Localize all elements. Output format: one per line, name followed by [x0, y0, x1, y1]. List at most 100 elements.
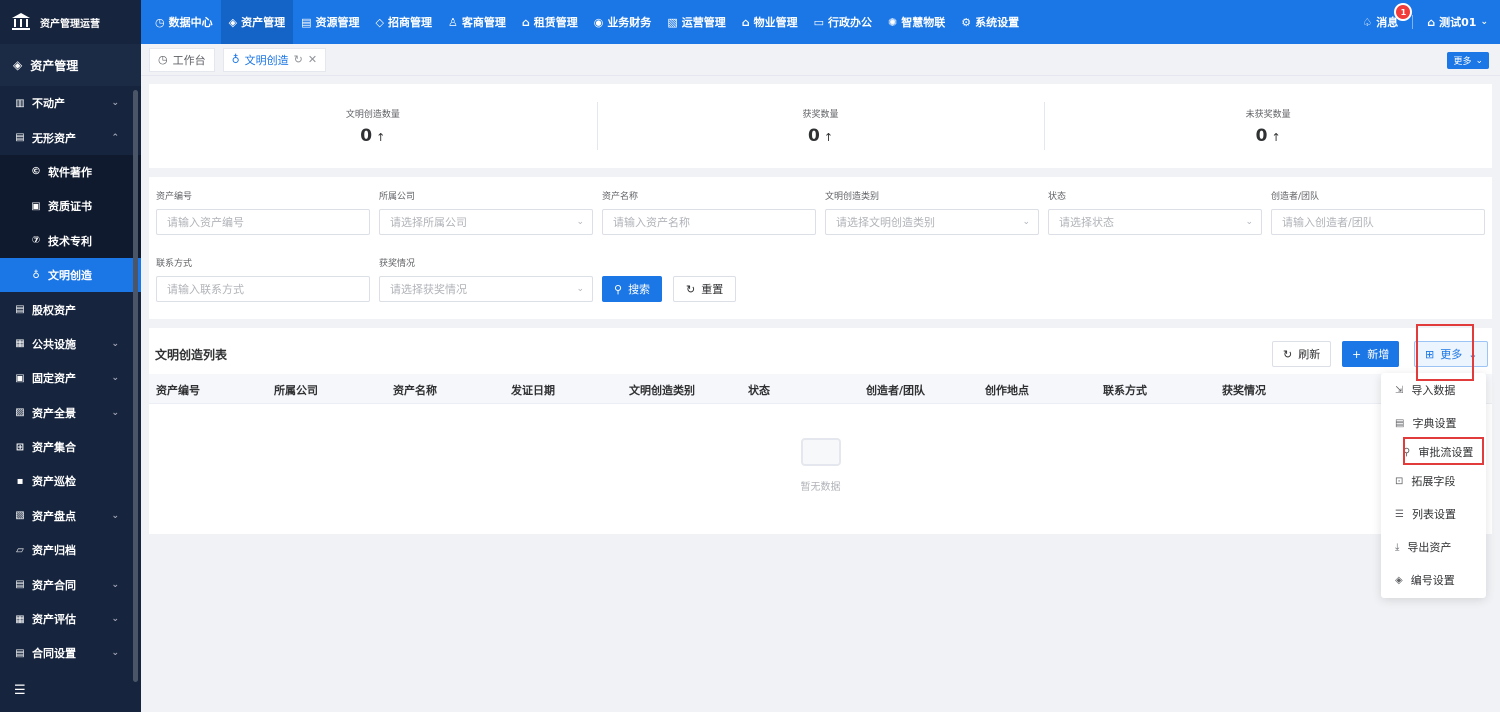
- topnav-item-9[interactable]: ▭ 行政办公: [806, 0, 880, 44]
- column-header: 状态: [748, 384, 770, 397]
- list-panel: 文明创造列表 ↻ 刷新 + 新增 ⊞ 更多 ⌄ 资产编号 所属公司 资产名称 发证日期…: [149, 328, 1492, 534]
- chevron-icon: ⌄: [111, 373, 119, 384]
- dropdown-item-1[interactable]: ▤ 字典设置: [1395, 415, 1456, 431]
- sidebar-item-8[interactable]: ▣ 固定资产 ⌄: [0, 361, 141, 395]
- stat-not-awarded: 未获奖数量 0 ↑: [1044, 84, 1492, 168]
- chevron-icon: ⌄: [111, 648, 119, 659]
- refresh-button[interactable]: ↻ 刷新: [1272, 341, 1332, 367]
- pin-icon: ♁: [32, 269, 40, 281]
- dropdown-item-label: 列表设置: [1411, 508, 1456, 521]
- settings-icon: ⚙: [961, 15, 972, 29]
- add-button[interactable]: + 新增: [1342, 341, 1400, 367]
- placeholder: 请输入联系方式: [167, 283, 244, 296]
- contract-icon: ▤: [15, 579, 25, 591]
- tab-wenming-chuangzao[interactable]: ♁ 文明创造 ↻ ✕: [222, 47, 327, 72]
- sidebar-item-7[interactable]: ▦ 公共设施 ⌄: [0, 327, 141, 361]
- building-icon: ▥: [15, 97, 25, 109]
- sidebar-item-10[interactable]: ⊞ 资产集合: [0, 430, 141, 464]
- sidebar-item-13[interactable]: ▱ 资产归档: [0, 533, 141, 567]
- topnav-item-3[interactable]: ◇ 招商管理: [367, 0, 439, 44]
- sidebar-item-0[interactable]: ▥ 不动产 ⌄: [0, 86, 141, 120]
- status-filter: 状态 请选择状态 ⌄: [1048, 189, 1262, 235]
- dropdown-item-5[interactable]: ⤓ 导出资产: [1395, 539, 1451, 555]
- topnav-item-6[interactable]: ◉ 业务财务: [586, 0, 660, 44]
- topnav-item-8[interactable]: ⌂ 物业管理: [734, 0, 806, 44]
- sidebar-item-16[interactable]: ▤ 合同设置 ⌄: [0, 636, 141, 670]
- search-button[interactable]: ⚲ 搜索: [602, 276, 663, 302]
- topnav-item-4[interactable]: ♙ 客商管理: [440, 0, 514, 44]
- asset-name-input[interactable]: 请输入资产名称: [602, 209, 816, 235]
- list-more-button[interactable]: ⊞ 更多 ⌄: [1414, 341, 1489, 367]
- company-select[interactable]: 请选择所属公司 ⌄: [379, 209, 593, 235]
- more-dropdown-menu: ⇲ 导入数据 ▤ 字典设置 ⚲ 审批流设置 ⊡ 拓展字段 ☰ 列表设置 ⤓ 导出资产 ◈ 编号设置: [1381, 373, 1486, 598]
- topnav-item-7[interactable]: ▧ 运营管理: [659, 0, 733, 44]
- property-icon: ⌂: [741, 15, 750, 29]
- sidebar-item-2[interactable]: © 软件著作: [0, 154, 141, 190]
- topnav-label: 招商管理: [387, 16, 432, 29]
- dropdown-item-0[interactable]: ⇲ 导入数据: [1395, 382, 1455, 398]
- sidebar-item-label: 资质证书: [48, 200, 92, 214]
- sidebar-item-label: 公共设施: [32, 337, 76, 351]
- placeholder: 请选择文明创造类别: [836, 216, 935, 229]
- stat-value: 0: [1255, 125, 1268, 146]
- house-icon: ⌂: [521, 15, 530, 29]
- sidebar-item-9[interactable]: ▨ 资产全景 ⌄: [0, 396, 141, 430]
- facility-icon: ▦: [15, 338, 25, 350]
- table-header: 资产编号 所属公司 资产名称 发证日期 文明创造类别 状态 创造者/团队 创作地点 联系方式 获奖…: [149, 374, 1492, 404]
- topnav-item-0[interactable]: ◷ 数据中心: [147, 0, 221, 44]
- placeholder: 请选择状态: [1059, 216, 1114, 229]
- messages-button[interactable]: ♤ 消息 1: [1362, 3, 1413, 30]
- sidebar-item-14[interactable]: ▤ 资产合同 ⌄: [0, 567, 141, 601]
- user-menu[interactable]: ⌂ 测试01 ⌄: [1427, 14, 1488, 30]
- topnav-item-11[interactable]: ⚙ 系统设置: [953, 0, 1027, 44]
- topnav-item-5[interactable]: ⌂ 租赁管理: [514, 0, 586, 44]
- collapse-menu-icon[interactable]: ☰: [14, 683, 26, 698]
- placeholder: 请输入资产名称: [613, 216, 690, 229]
- dropdown-item-6[interactable]: ◈ 编号设置: [1395, 572, 1455, 588]
- close-icon[interactable]: ✕: [308, 53, 317, 66]
- empty-box-icon: [800, 438, 841, 466]
- dropdown-item-3[interactable]: ⊡ 拓展字段: [1395, 473, 1455, 489]
- tab-workbench[interactable]: ◷ 工作台: [149, 47, 215, 72]
- reset-button[interactable]: ↻ 重置: [673, 276, 737, 302]
- sidebar-item-11[interactable]: ▪ 资产巡检: [0, 464, 141, 498]
- divider: [1412, 15, 1414, 29]
- topnav-item-2[interactable]: ▤ 资源管理: [293, 0, 367, 44]
- sidebar-item-label: 资产集合: [32, 441, 76, 455]
- dropdown-item-4[interactable]: ☰ 列表设置: [1395, 506, 1456, 522]
- dropdown-item-2[interactable]: ⚲ 审批流设置: [1403, 444, 1473, 460]
- sidebar-item-4[interactable]: ⑦ 技术专利: [0, 223, 141, 258]
- topnav-item-1[interactable]: ◈ 资产管理: [220, 0, 294, 44]
- sidebar-item-1[interactable]: ▤ 无形资产 ⌃: [0, 120, 141, 154]
- office-icon: ▭: [813, 15, 824, 29]
- sidebar-item-12[interactable]: ▧ 资产盘点 ⌄: [0, 499, 141, 533]
- sidebar-item-3[interactable]: ▣ 资质证书: [0, 189, 141, 224]
- sidebar-item-label: 不动产: [32, 97, 65, 111]
- export-icon: ⤓: [1395, 541, 1400, 553]
- status-select[interactable]: 请选择状态 ⌄: [1048, 209, 1262, 235]
- contact-input[interactable]: 请输入联系方式: [156, 276, 370, 302]
- sidebar-item-6[interactable]: ▤ 股权资产: [0, 292, 141, 326]
- brand[interactable]: 资产管理运营: [0, 0, 141, 44]
- sidebar-item-label: 文明创造: [48, 269, 92, 283]
- creator-input[interactable]: 请输入创造者/团队: [1271, 209, 1485, 235]
- inventory-icon: ▧: [15, 510, 25, 522]
- sidebar-scrollbar[interactable]: [133, 90, 138, 682]
- tabbar-more-button[interactable]: 更多 ⌄: [1447, 52, 1489, 69]
- filter-label: 文明创造类别: [825, 192, 880, 202]
- fixed-asset-icon: ▣: [15, 372, 25, 384]
- reset-label: 重置: [701, 283, 724, 296]
- filter-panel: 资产编号 请输入资产编号 所属公司 请选择所属公司 ⌄ 资产名称 请输入资产名称 …: [149, 177, 1492, 319]
- award-select[interactable]: 请选择获奖情况 ⌄: [379, 276, 593, 302]
- topnav-item-10[interactable]: ✺ 智慧物联: [880, 0, 953, 44]
- copyright-icon: ©: [31, 166, 41, 178]
- asset-no-input[interactable]: 请输入资产编号: [156, 209, 370, 235]
- tab-label: 文明创造: [244, 53, 289, 67]
- refresh-icon[interactable]: ↻: [294, 53, 303, 66]
- column-header: 创作地点: [985, 384, 1029, 397]
- sidebar-item-15[interactable]: ▦ 资产评估 ⌄: [0, 602, 141, 636]
- category-select[interactable]: 请选择文明创造类别 ⌄: [825, 209, 1039, 235]
- sidebar-item-5[interactable]: ♁ 文明创造: [0, 257, 141, 293]
- topnav-label: 运营管理: [681, 16, 726, 29]
- dropdown-item-label: 审批流设置: [1418, 446, 1474, 459]
